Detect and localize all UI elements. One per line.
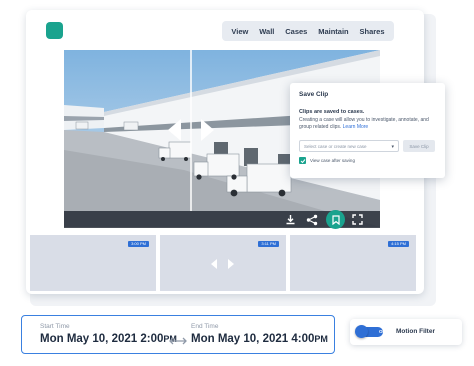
chevron-left-icon[interactable]	[209, 257, 219, 269]
motion-filter-label: Motion Filter	[396, 328, 435, 335]
chevron-right-icon[interactable]	[200, 119, 216, 141]
time-range-picker[interactable]: Start Time Mon May 10, 2021 2:00PM End T…	[21, 315, 335, 354]
dialog-heading: Clips are saved to cases.	[299, 109, 365, 115]
save-clip-button[interactable]: Save Clip	[403, 140, 435, 152]
bookmark-icon	[331, 214, 340, 225]
nav-item-maintain[interactable]: Maintain	[318, 27, 348, 36]
clip-thumbnails: 3:00 PM 3:11 PM 4:15 PM	[30, 235, 416, 291]
view-case-checkbox[interactable]	[299, 157, 306, 164]
start-time-text: Mon May 10, 2021 2:00	[40, 333, 164, 345]
clip-time-badge: 4:15 PM	[388, 241, 409, 247]
nav-item-cases[interactable]: Cases	[285, 27, 307, 36]
clip-time-badge: 3:11 PM	[258, 241, 279, 247]
motion-filter-panel: ON Motion Filter	[350, 319, 462, 345]
end-time-label: End Time	[191, 323, 219, 330]
view-case-checkbox-label: View case after saving	[310, 158, 355, 163]
chevron-right-icon[interactable]	[226, 257, 236, 269]
nav-item-shares[interactable]: Shares	[360, 27, 385, 36]
chevron-left-icon[interactable]	[166, 119, 182, 141]
end-time-suffix: PM	[314, 334, 328, 344]
end-time-text: Mon May 10, 2021 4:00	[191, 333, 315, 345]
nav-item-wall[interactable]: Wall	[259, 27, 274, 36]
start-time-value[interactable]: Mon May 10, 2021 2:00PM	[40, 333, 177, 345]
dialog-title: Save Clip	[299, 91, 329, 98]
toggle-knob[interactable]	[355, 325, 368, 338]
app-logo[interactable]	[46, 22, 63, 39]
top-nav: View Wall Cases Maintain Shares	[222, 21, 394, 41]
learn-more-link[interactable]: Learn More	[343, 124, 369, 130]
start-time-label: Start Time	[40, 323, 70, 330]
bookmark-button[interactable]	[326, 210, 345, 229]
clip-thumbnail[interactable]: 3:11 PM	[160, 235, 286, 291]
case-select-placeholder: Select case or create new case	[304, 144, 367, 149]
end-time-value[interactable]: Mon May 10, 2021 4:00PM	[191, 333, 328, 345]
clip-thumbnail[interactable]: 3:00 PM	[30, 235, 156, 291]
clip-thumbnail[interactable]: 4:15 PM	[290, 235, 416, 291]
download-icon[interactable]	[284, 213, 297, 226]
save-clip-dialog: Save Clip Clips are saved to cases. Crea…	[290, 83, 445, 178]
chevron-down-icon: ▾	[391, 144, 394, 150]
toggle-state-label: ON	[379, 329, 386, 334]
double-arrow-icon	[169, 333, 187, 345]
fullscreen-icon[interactable]	[351, 213, 364, 226]
share-icon[interactable]	[305, 213, 318, 226]
nav-item-view[interactable]: View	[231, 27, 248, 36]
check-icon	[300, 158, 305, 163]
dialog-description: Creating a case will allow you to invest…	[299, 117, 439, 130]
clip-time-badge: 3:00 PM	[128, 241, 149, 247]
case-select[interactable]: Select case or create new case ▾	[299, 140, 399, 152]
